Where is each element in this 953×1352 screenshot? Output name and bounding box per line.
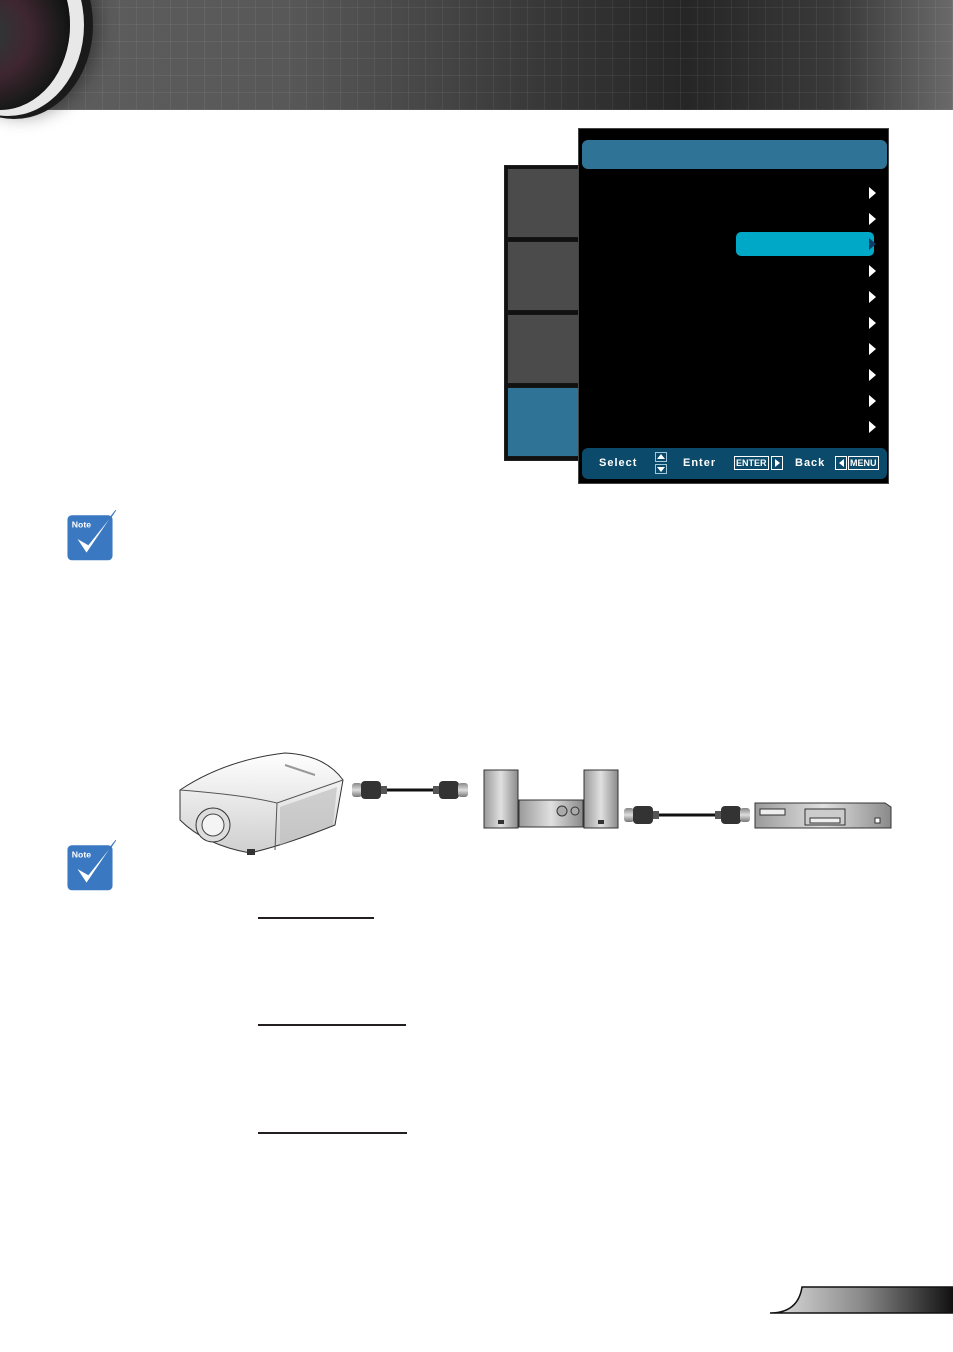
up-down-arrows-icon [655, 452, 667, 475]
osd-menu-item-selected[interactable] [579, 232, 884, 256]
projector-lens-image [0, 0, 70, 110]
submenu-arrow-icon [869, 369, 876, 381]
note-icon: Note [67, 840, 116, 891]
osd-menu-tabs [504, 165, 580, 461]
osd-tab-2[interactable] [507, 241, 579, 311]
submenu-arrow-icon [869, 238, 876, 250]
hdmi-connection-diagram [179, 752, 892, 855]
osd-menu-item[interactable] [579, 363, 884, 387]
select-hint: Select [599, 457, 638, 469]
right-arrow-key-icon [771, 456, 783, 470]
osd-tab-3[interactable] [507, 314, 579, 384]
submenu-arrow-icon [869, 343, 876, 355]
page-number-tab [770, 1286, 953, 1314]
submenu-arrow-icon [869, 187, 876, 199]
section-heading-1 [258, 917, 374, 919]
osd-menu-footer: Select Enter ENTER Back MENU [582, 448, 887, 479]
osd-menu-item[interactable] [579, 415, 884, 439]
section-heading-3 [258, 1132, 407, 1134]
osd-menu-panel: Select Enter ENTER Back MENU [578, 128, 889, 484]
section-heading-2 [258, 1024, 406, 1026]
osd-tab-4-active[interactable] [507, 387, 579, 457]
osd-menu-item[interactable] [579, 285, 884, 309]
osd-menu-item[interactable] [579, 389, 884, 413]
submenu-arrow-icon [869, 291, 876, 303]
submenu-arrow-icon [869, 213, 876, 225]
blu-ray-player-image [754, 802, 892, 829]
projector-image [179, 752, 344, 855]
note-icon-label: Note [72, 519, 91, 529]
submenu-arrow-icon [869, 421, 876, 433]
osd-menu-item[interactable] [579, 181, 884, 205]
hdmi-cable-icon [352, 781, 468, 799]
enter-hint: Enter [683, 457, 717, 469]
selection-highlight [736, 232, 874, 256]
osd-menu-item[interactable] [579, 311, 884, 335]
header-banner [0, 0, 953, 110]
submenu-arrow-icon [869, 265, 876, 277]
submenu-arrow-icon [869, 395, 876, 407]
submenu-arrow-icon [869, 317, 876, 329]
av-receiver-speakers-image [483, 769, 619, 829]
osd-tab-1[interactable] [507, 168, 579, 238]
osd-menu-item[interactable] [579, 337, 884, 361]
left-arrow-key-icon [835, 456, 847, 470]
back-hint: Back [795, 457, 826, 469]
hdmi-cable-icon [624, 806, 750, 824]
osd-menu-item[interactable] [579, 207, 884, 231]
enter-key-icon: ENTER [734, 456, 769, 470]
osd-menu-item[interactable] [579, 259, 884, 283]
menu-key-icon: MENU [848, 456, 879, 470]
note-icon: Note [67, 510, 116, 561]
osd-menu-title [582, 140, 887, 169]
note-icon-label: Note [72, 849, 91, 859]
